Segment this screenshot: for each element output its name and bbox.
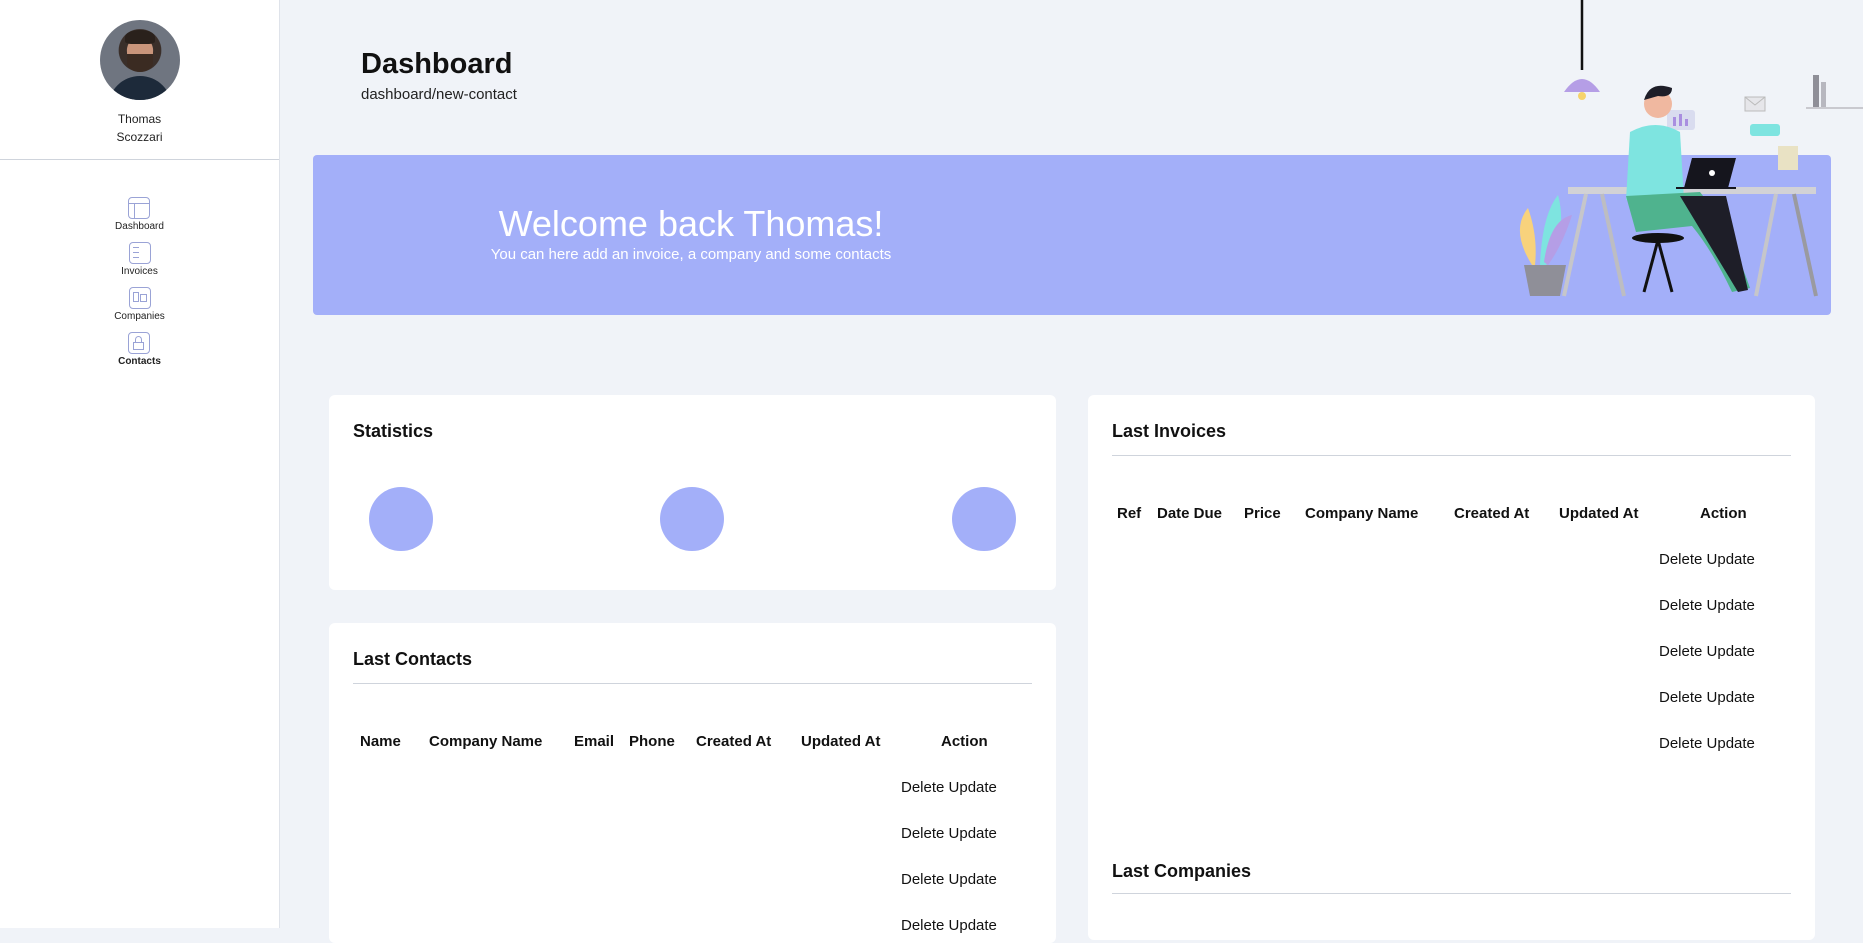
table-row-actions: Delete Update xyxy=(901,825,997,842)
delete-button[interactable]: Delete xyxy=(1659,735,1702,752)
update-button[interactable]: Update xyxy=(1707,735,1755,752)
delete-button[interactable]: Delete xyxy=(1659,689,1702,706)
update-button[interactable]: Update xyxy=(1707,597,1755,614)
sidebar: Thomas Scozzari Dashboard Invoices Compa… xyxy=(0,0,280,928)
contacts-card: Last Contacts Name Company Name Email Ph… xyxy=(329,623,1056,943)
sidebar-item-label: Dashboard xyxy=(115,221,164,232)
page-title: Dashboard xyxy=(361,48,513,80)
column-header: Ref xyxy=(1117,505,1142,522)
column-header: Phone xyxy=(629,733,675,750)
column-header: Updated At xyxy=(801,733,881,750)
delete-button[interactable]: Delete xyxy=(901,917,944,934)
sidebar-item-label: Invoices xyxy=(121,266,158,277)
delete-button[interactable]: Delete xyxy=(901,779,944,796)
delete-button[interactable]: Delete xyxy=(1659,551,1702,568)
delete-button[interactable]: Delete xyxy=(1659,597,1702,614)
sidebar-item-label: Companies xyxy=(114,311,165,322)
update-button[interactable]: Update xyxy=(949,779,997,796)
statistics-title: Statistics xyxy=(353,421,434,441)
delete-button[interactable]: Delete xyxy=(901,871,944,888)
invoices-card: Last Invoices Ref Date Due Price Company… xyxy=(1088,395,1815,940)
welcome-subtitle: You can here add an invoice, a company a… xyxy=(490,246,892,263)
column-header: Price xyxy=(1244,505,1281,522)
profile-section: Thomas Scozzari xyxy=(0,0,279,160)
column-header: Created At xyxy=(696,733,772,750)
workspace-illustration xyxy=(1519,0,1863,297)
stat-circle xyxy=(952,487,1016,551)
divider xyxy=(353,683,1032,684)
contacts-icon xyxy=(128,332,151,354)
welcome-title: Welcome back Thomas! xyxy=(498,203,884,244)
column-header: Company Name xyxy=(1305,505,1419,522)
update-button[interactable]: Update xyxy=(1707,643,1755,660)
companies-icon xyxy=(128,287,151,309)
statistics-card: Statistics xyxy=(329,395,1056,590)
update-button[interactable]: Update xyxy=(949,871,997,888)
stat-circle xyxy=(660,487,724,551)
table-row-actions: Delete Update xyxy=(901,917,997,934)
sidebar-item-invoices[interactable]: Invoices xyxy=(121,242,158,287)
update-button[interactable]: Update xyxy=(1707,689,1755,706)
column-header: Action xyxy=(1700,505,1747,522)
update-button[interactable]: Update xyxy=(1707,551,1755,568)
stat-circle xyxy=(369,487,433,551)
contacts-title: Last Contacts xyxy=(353,649,473,669)
column-header: Updated At xyxy=(1559,505,1639,522)
table-row-actions: Delete Update xyxy=(901,779,997,796)
user-name: Thomas Scozzari xyxy=(116,112,163,144)
sidebar-item-dashboard[interactable]: Dashboard xyxy=(115,197,164,242)
dashboard-icon xyxy=(128,197,151,219)
avatar[interactable] xyxy=(99,20,180,100)
companies-title: Last Companies xyxy=(1112,861,1252,881)
column-header: Created At xyxy=(1454,505,1530,522)
invoice-icon xyxy=(128,242,151,264)
table-row-actions: Delete Update xyxy=(1659,689,1755,706)
invoices-title: Last Invoices xyxy=(1112,421,1227,441)
column-header: Date Due xyxy=(1157,505,1223,522)
column-header: Action xyxy=(941,733,988,750)
table-row-actions: Delete Update xyxy=(1659,597,1755,614)
divider xyxy=(1112,455,1791,456)
delete-button[interactable]: Delete xyxy=(1659,643,1702,660)
update-button[interactable]: Update xyxy=(949,825,997,842)
column-header: Company Name xyxy=(429,733,543,750)
sidebar-item-contacts[interactable]: Contacts xyxy=(118,332,161,377)
table-row-actions: Delete Update xyxy=(1659,735,1755,752)
sidebar-nav: Dashboard Invoices Companies Contacts xyxy=(0,197,279,377)
divider xyxy=(1112,893,1791,894)
sidebar-item-label: Contacts xyxy=(118,356,161,367)
column-header: Email xyxy=(574,733,615,750)
table-row-actions: Delete Update xyxy=(901,871,997,888)
sidebar-item-companies[interactable]: Companies xyxy=(114,287,165,332)
table-row-actions: Delete Update xyxy=(1659,551,1755,568)
column-header: Name xyxy=(360,733,401,750)
table-row-actions: Delete Update xyxy=(1659,643,1755,660)
delete-button[interactable]: Delete xyxy=(901,825,944,842)
update-button[interactable]: Update xyxy=(949,917,997,934)
breadcrumb: dashboard/new-contact xyxy=(361,86,517,103)
